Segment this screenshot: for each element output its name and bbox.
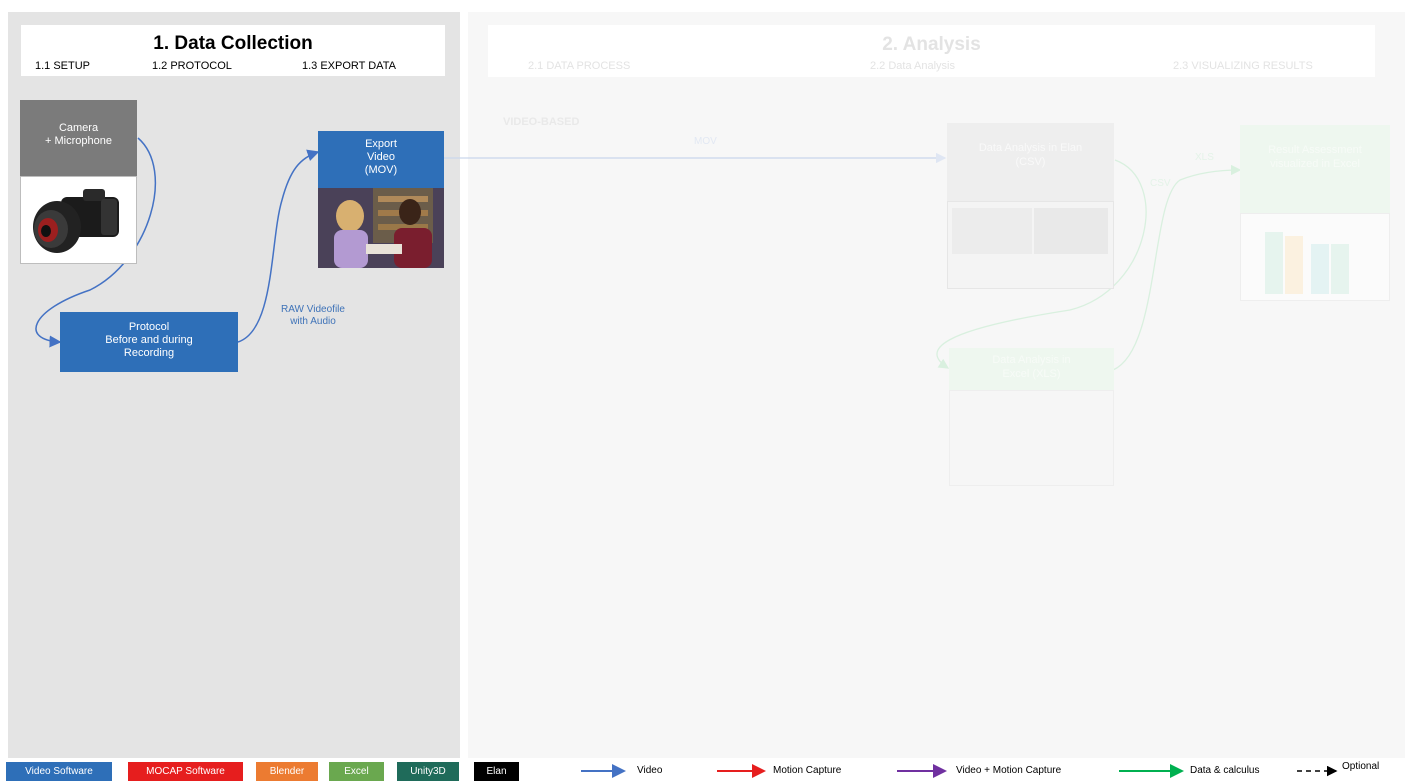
result-chart-image: [1240, 213, 1390, 301]
legend-data-label: Data & calculus: [1190, 765, 1260, 776]
elan-analysis-node: Data Analysis in Elan (CSV): [947, 123, 1114, 201]
export-node-line2: Video: [367, 151, 395, 163]
protocol-node-line2: Before and during: [105, 334, 193, 346]
result-label: Result Assessment visualized in Excel: [1268, 144, 1362, 170]
legend-elan: Elan: [474, 762, 519, 781]
raw-label-line2: with Audio: [290, 316, 336, 327]
legend-optional-label: Optional: [1342, 761, 1380, 772]
raw-label-line1: RAW Videofile: [281, 304, 345, 315]
excel-screenshot: [949, 390, 1114, 486]
xls-edge-label: XLS: [1195, 152, 1214, 163]
camera-node-line1: Camera: [58, 122, 99, 134]
protocol-node: Protocol Before and during Recording: [60, 312, 238, 372]
excel-analysis-label: Data Analysis in Excel (XLS): [992, 354, 1071, 380]
excel-analysis-node: Data Analysis in Excel (XLS): [949, 348, 1114, 390]
legend-mocap-software: MOCAP Software: [128, 762, 243, 781]
legend-video-mocap-label: Video + Motion Capture: [956, 765, 1062, 776]
protocol-node-line1: Protocol: [128, 321, 170, 333]
camera-node: Camera + Microphone: [20, 100, 137, 176]
elan-analysis-label: Data Analysis in Elan (CSV): [978, 142, 1083, 168]
export-node-line3: (MOV): [364, 164, 398, 176]
raw-videofile-label: RAW Videofile with Audio: [268, 304, 358, 328]
mov-edge-label: MOV: [694, 136, 717, 147]
camera-node-line2: + Microphone: [45, 135, 112, 147]
export-video-image: [318, 188, 444, 268]
legend-unity3d: Unity3D: [397, 762, 459, 781]
legend-excel: Excel: [329, 762, 384, 781]
connectors: [35, 137, 1242, 371]
csv-edge-label: CSV: [1150, 178, 1171, 189]
camera-image: [20, 176, 137, 264]
export-video-node: Export Video (MOV): [318, 131, 444, 188]
legend-video-label: Video: [637, 765, 663, 776]
legend-video-software: Video Software: [6, 762, 112, 781]
legend-blender: Blender: [256, 762, 318, 781]
result-node: Result Assessment visualized in Excel: [1240, 125, 1390, 213]
legend-mocap-label: Motion Capture: [773, 765, 842, 776]
arrow-excel-to-result: [1112, 164, 1242, 371]
elan-screenshot: [947, 201, 1114, 289]
protocol-node-line3: Recording: [123, 347, 175, 359]
export-node-line1: Export: [365, 138, 397, 150]
